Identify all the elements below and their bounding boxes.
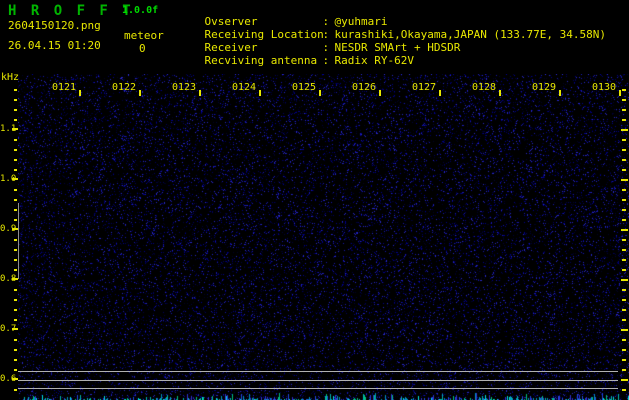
y-minor-tick-left	[14, 89, 17, 91]
y-minor-tick-right	[622, 259, 626, 261]
y-minor-tick-right	[622, 359, 626, 361]
y-minor-tick-right	[622, 299, 626, 301]
y-major-tick-right	[621, 179, 628, 181]
y-major-tick-right	[621, 229, 628, 231]
y-minor-tick-left	[14, 209, 17, 211]
x-tick-mark	[199, 90, 201, 96]
y-minor-tick-right	[622, 349, 626, 351]
y-axis-unit-label: kHz	[1, 72, 20, 83]
y-minor-tick-right	[622, 169, 626, 171]
y-minor-tick-left	[14, 389, 17, 391]
x-tick-label: 0130	[592, 82, 617, 93]
meteor-count: 0	[139, 42, 146, 55]
y-minor-tick-left	[14, 349, 17, 351]
y-minor-tick-right	[622, 319, 626, 321]
y-minor-tick-right	[622, 119, 626, 121]
carrier-line	[18, 380, 618, 381]
y-minor-tick-left	[14, 239, 17, 241]
y-minor-tick-left	[14, 109, 17, 111]
y-minor-tick-left	[14, 359, 17, 361]
x-tick-mark	[259, 90, 261, 96]
x-tick-mark	[619, 90, 621, 96]
x-tick-label: 0128	[472, 82, 497, 93]
y-minor-tick-left	[14, 259, 17, 261]
info-label: Recviving antenna	[204, 54, 318, 67]
x-tick-label: 0126	[352, 82, 377, 93]
info-separator: :	[322, 54, 330, 67]
y-minor-tick-right	[622, 189, 626, 191]
x-tick-label: 0125	[292, 82, 317, 93]
carrier-line	[18, 371, 618, 372]
y-minor-tick-left	[14, 299, 17, 301]
y-minor-tick-left	[14, 319, 17, 321]
y-minor-tick-left	[14, 169, 17, 171]
y-minor-tick-right	[622, 339, 626, 341]
x-tick-label: 0121	[52, 82, 77, 93]
meteor-label: meteor	[124, 29, 164, 42]
y-minor-tick-right	[622, 89, 626, 91]
y-minor-tick-left	[14, 199, 17, 201]
spectrogram-canvas	[18, 74, 629, 400]
x-tick-mark	[79, 90, 81, 96]
x-tick-label: 0123	[172, 82, 197, 93]
y-minor-tick-left	[14, 139, 17, 141]
y-minor-tick-right	[622, 149, 626, 151]
y-minor-tick-right	[622, 159, 626, 161]
y-minor-tick-right	[622, 239, 626, 241]
y-minor-tick-left	[14, 369, 17, 371]
x-tick-mark	[499, 90, 501, 96]
x-tick-mark	[439, 90, 441, 96]
y-minor-tick-right	[622, 389, 626, 391]
x-tick-label: 0129	[532, 82, 557, 93]
y-minor-tick-left	[14, 219, 17, 221]
y-minor-tick-right	[622, 199, 626, 201]
y-minor-tick-right	[622, 139, 626, 141]
x-tick-mark	[379, 90, 381, 96]
y-minor-tick-left	[14, 269, 17, 271]
y-minor-tick-right	[622, 109, 626, 111]
y-minor-tick-left	[14, 149, 17, 151]
y-minor-tick-left	[14, 289, 17, 291]
y-minor-tick-right	[622, 289, 626, 291]
app-version: 1.0.0f	[122, 5, 159, 16]
y-minor-tick-right	[622, 249, 626, 251]
x-tick-label: 0124	[232, 82, 257, 93]
x-tick-label: 0127	[412, 82, 437, 93]
y-minor-tick-left	[14, 119, 17, 121]
info-value: Radix RY-62V	[334, 54, 414, 67]
y-major-tick-right	[621, 379, 628, 381]
carrier-line	[18, 388, 618, 389]
app-title: H R O F F T	[8, 3, 134, 19]
capture-filename: 2604150120.png	[8, 19, 101, 32]
y-minor-tick-left	[14, 159, 17, 161]
y-major-tick-right	[621, 329, 628, 331]
y-minor-tick-left	[14, 249, 17, 251]
hrofft-window: H R O F F T 1.0.0f 2604150120.png meteor…	[0, 0, 629, 400]
y-tick-mark	[12, 328, 18, 330]
y-tick-mark	[12, 178, 18, 180]
y-minor-tick-right	[622, 269, 626, 271]
y-major-tick-right	[621, 129, 628, 131]
capture-datetime: 26.04.15 01:20	[8, 39, 101, 52]
x-tick-mark	[319, 90, 321, 96]
y-minor-tick-right	[622, 309, 626, 311]
y-major-tick-right	[621, 279, 628, 281]
vertical-marker-line	[18, 203, 19, 279]
x-tick-mark	[559, 90, 561, 96]
y-minor-tick-left	[14, 339, 17, 341]
y-minor-tick-left	[14, 99, 17, 101]
y-minor-tick-left	[14, 309, 17, 311]
x-tick-mark	[139, 90, 141, 96]
y-minor-tick-right	[622, 209, 626, 211]
y-minor-tick-right	[622, 369, 626, 371]
y-tick-mark	[12, 128, 18, 130]
x-tick-label: 0122	[112, 82, 137, 93]
y-minor-tick-right	[622, 219, 626, 221]
y-minor-tick-right	[622, 99, 626, 101]
y-minor-tick-left	[14, 189, 17, 191]
